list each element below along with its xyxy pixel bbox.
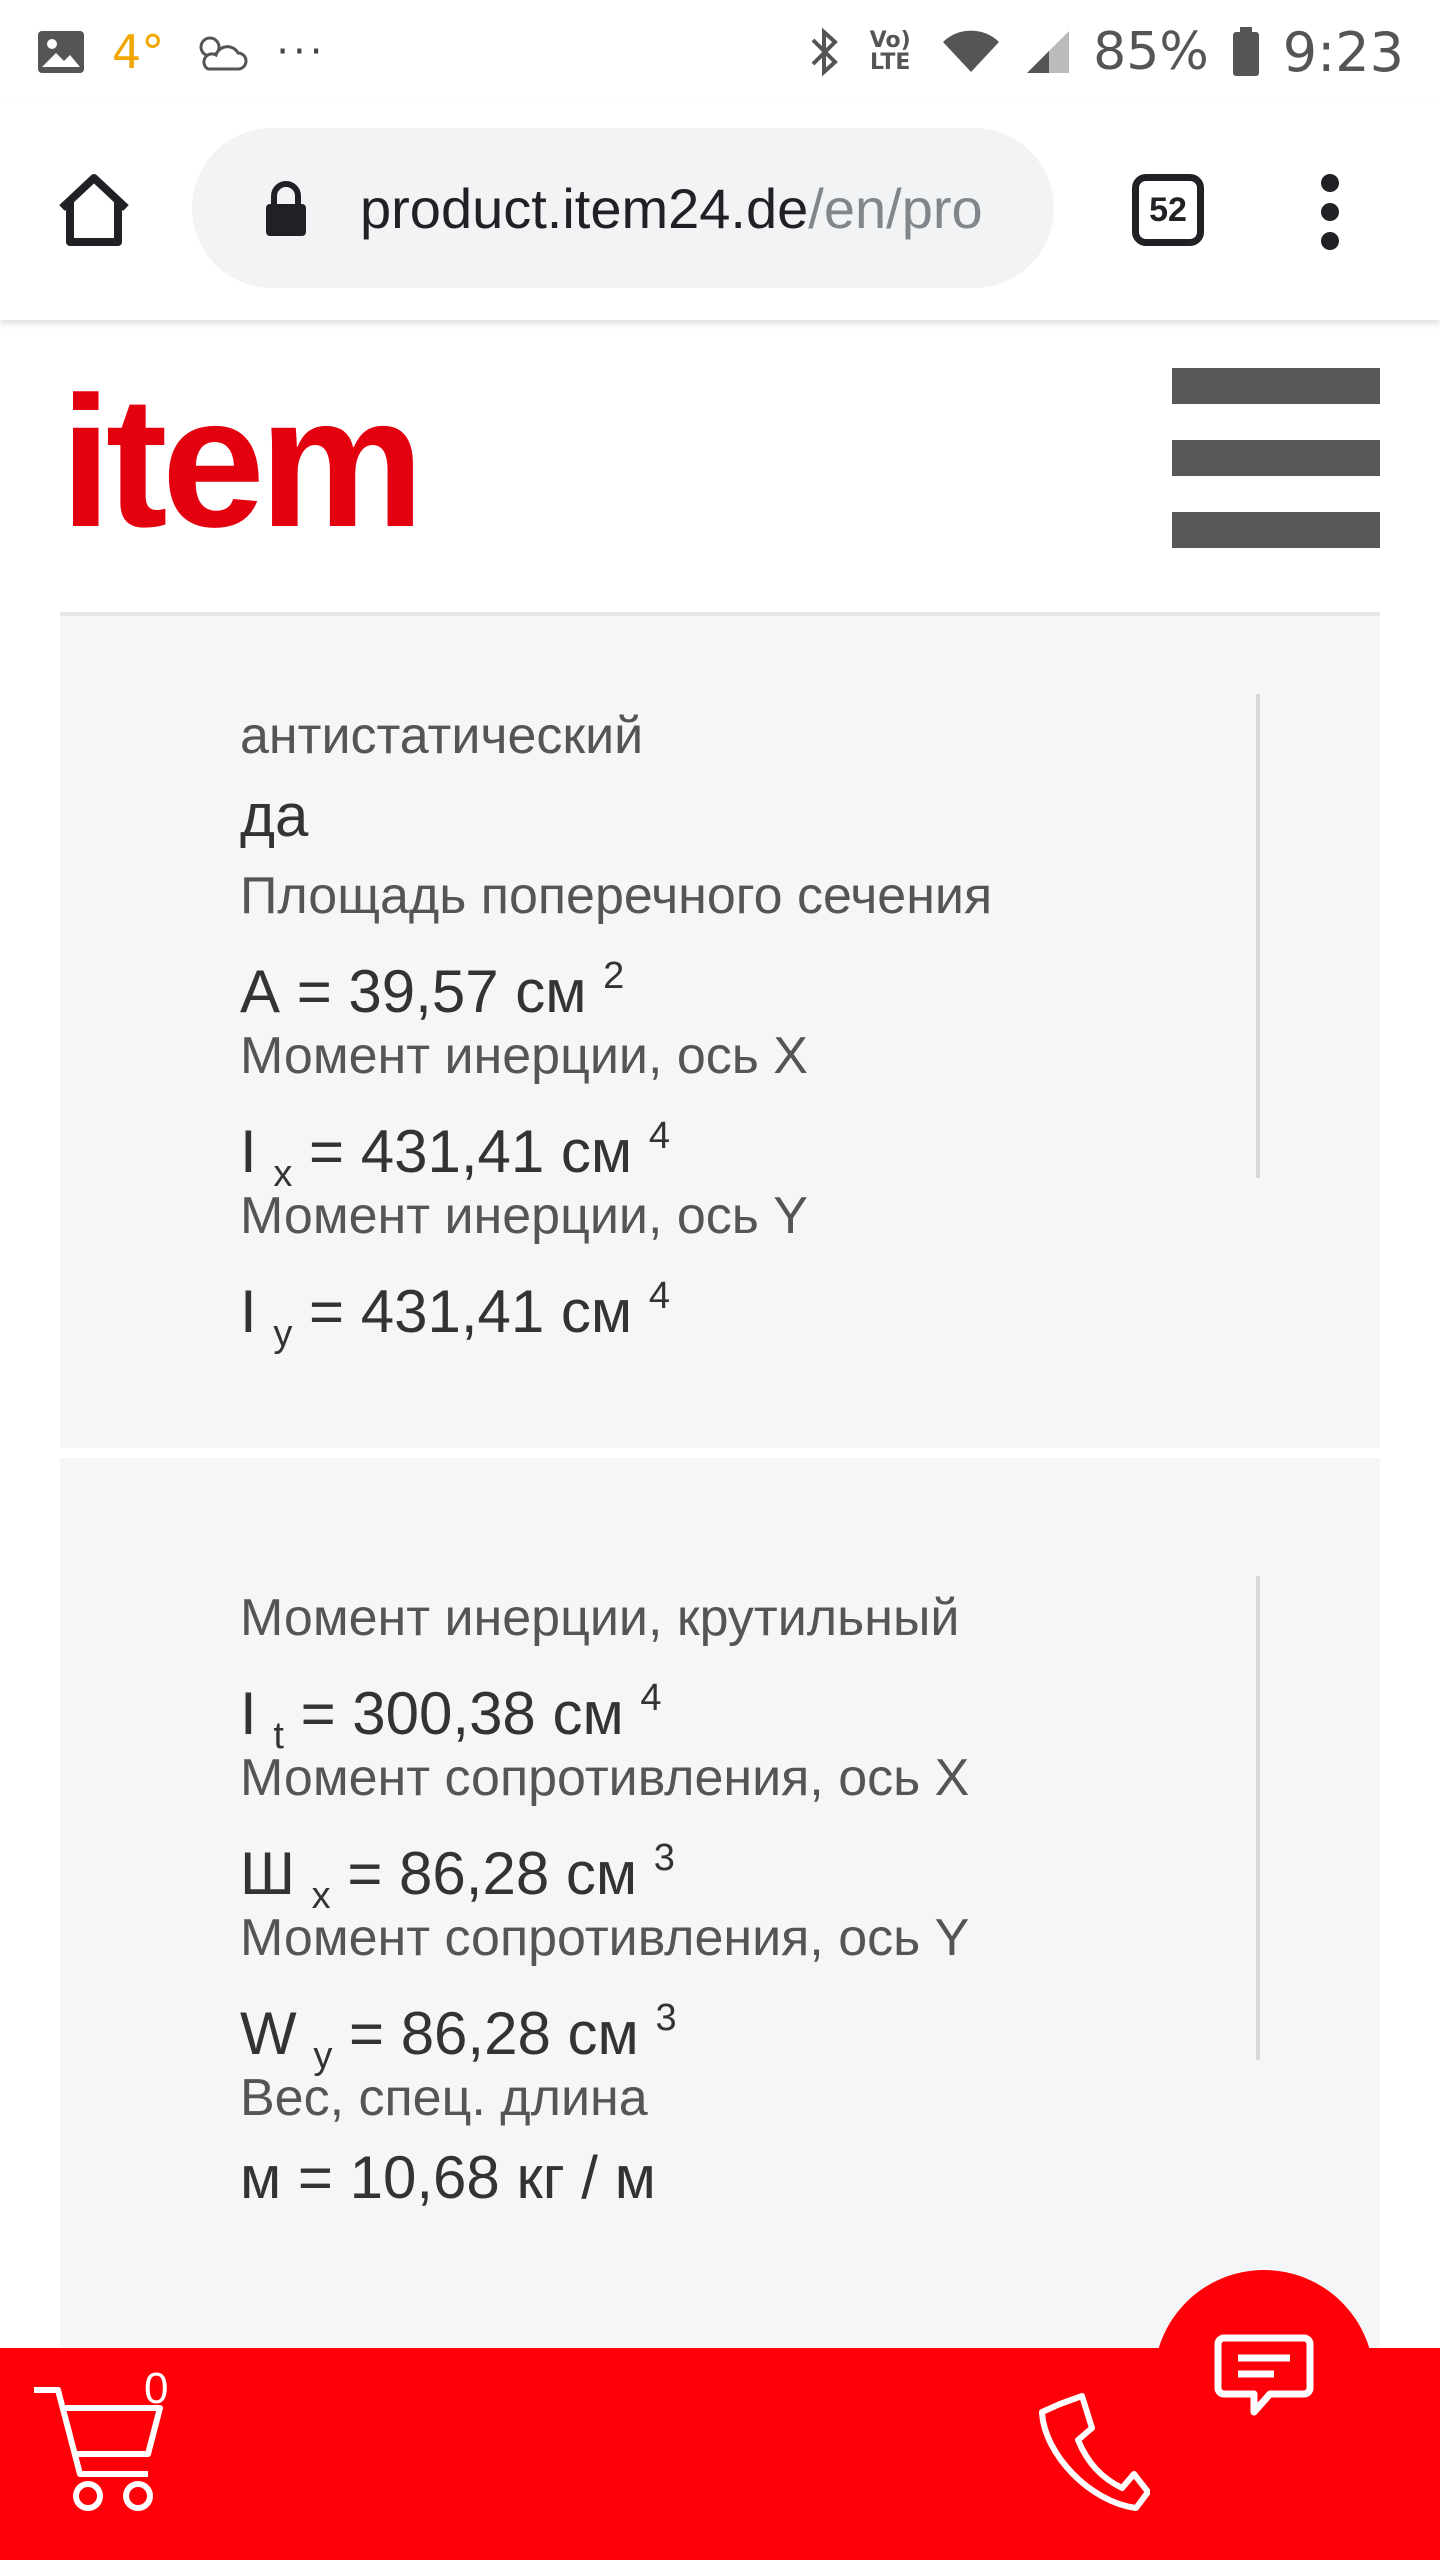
prop-label: антистатический <box>240 707 644 765</box>
prop-superscript: 3 <box>653 1837 675 1879</box>
prop-value: I y = 431,41 см 4 <box>240 1256 992 1355</box>
properties-list-2: Момент инерции, крутильный I t = 300,38 … <box>240 1578 969 2218</box>
prop-superscript: 2 <box>603 955 625 997</box>
prop-value: Ш x = 86,28 см 3 <box>240 1818 969 1917</box>
address-bar[interactable]: product.item24.de/en/pro <box>192 128 1054 288</box>
browser-toolbar: product.item24.de/en/pro 52 <box>0 104 1440 320</box>
prop-superscript: 3 <box>655 1997 677 2039</box>
status-right: Vo) LTE 85% 9:23 <box>807 21 1404 84</box>
gallery-icon <box>38 31 84 73</box>
prop-symbol: I <box>240 1118 274 1185</box>
prop-symbol: Ш <box>240 1840 312 1907</box>
prop-symbol: I <box>240 1680 274 1747</box>
battery-percent: 85% <box>1093 22 1209 82</box>
url-path: /en/pro <box>808 176 983 240</box>
prop-number: = 86,28 см <box>330 1840 654 1907</box>
prop-symbol: A <box>240 958 281 1025</box>
prop-number: = 300,38 см <box>283 1680 641 1747</box>
weather-temperature: 4° <box>112 25 165 79</box>
chat-icon <box>1214 2334 1314 2416</box>
item-logo[interactable]: item <box>60 370 424 556</box>
prop-number: = 431,41 см <box>292 1118 649 1185</box>
prop-superscript: 4 <box>648 1115 670 1157</box>
url-text[interactable]: product.item24.de/en/pro <box>360 176 1020 241</box>
prop-value: W y = 86,28 см 3 <box>240 1978 969 2077</box>
column-divider <box>1256 1576 1260 2060</box>
prop-value: I x = 431,41 см 4 <box>240 1096 992 1195</box>
phone-icon[interactable] <box>1030 2384 1150 2514</box>
prop-superscript: 4 <box>640 1677 662 1719</box>
lock-icon <box>266 181 306 236</box>
prop-superscript: 4 <box>648 1275 670 1317</box>
status-bar: 4° ··· Vo) LTE 85% 9:23 <box>0 0 1440 104</box>
tab-switcher-button[interactable]: 52 <box>1132 174 1204 246</box>
prop-label: Вес, спец. длина <box>240 2069 648 2127</box>
prop-value: A = 39,57 см 2 <box>240 936 992 1025</box>
prop-label: Момент сопротивления, ось X <box>240 1749 970 1807</box>
chat-button[interactable] <box>1154 2270 1374 2490</box>
more-notifications-icon: ··· <box>276 29 327 75</box>
hamburger-menu-icon[interactable] <box>1172 368 1380 548</box>
cart-count: 0 <box>144 2364 169 2413</box>
prop-number: = 86,28 см <box>332 2000 656 2067</box>
url-host: product.item24.de <box>360 176 809 240</box>
prop-value: м = 10,68 кг / м <box>240 2144 656 2211</box>
status-left: 4° ··· <box>36 25 326 79</box>
site-header: item <box>0 320 1440 610</box>
prop-symbol: W <box>240 2000 314 2067</box>
clock-time: 9:23 <box>1282 20 1404 84</box>
prop-label: Момент инерции, крутильный <box>240 1589 960 1647</box>
home-icon[interactable] <box>52 168 136 252</box>
prop-label: Момент инерции, ось Y <box>240 1187 808 1245</box>
battery-icon <box>1232 27 1259 76</box>
column-divider <box>1256 694 1260 1178</box>
bluetooth-icon <box>811 27 839 77</box>
volte-icon: Vo) LTE <box>869 28 911 75</box>
properties-card-1: антистатический да Площадь поперечного с… <box>60 612 1380 1448</box>
prop-symbol: I <box>240 1278 274 1345</box>
prop-subscript: y <box>273 1313 293 1355</box>
prop-number: = 431,41 см <box>292 1278 649 1345</box>
page: 4° ··· Vo) LTE 85% 9:23 product.item24.d… <box>0 0 1440 2560</box>
properties-list-1: антистатический да Площадь поперечного с… <box>240 696 993 1355</box>
wifi-icon <box>943 30 1000 72</box>
browser-menu-icon[interactable] <box>1310 174 1350 250</box>
weather-cloud-sun-icon <box>199 36 248 71</box>
prop-label: Момент сопротивления, ось Y <box>240 1909 970 1967</box>
prop-label: Момент инерции, ось X <box>240 1027 808 1085</box>
signal-icon <box>1027 31 1070 73</box>
prop-value: да <box>240 782 309 849</box>
properties-card-2: Момент инерции, крутильный I t = 300,38 … <box>60 1458 1380 2358</box>
prop-number: = 39,57 см <box>280 958 604 1025</box>
prop-label: Площадь поперечного сечения <box>240 867 993 925</box>
prop-value: I t = 300,38 см 4 <box>240 1658 969 1757</box>
